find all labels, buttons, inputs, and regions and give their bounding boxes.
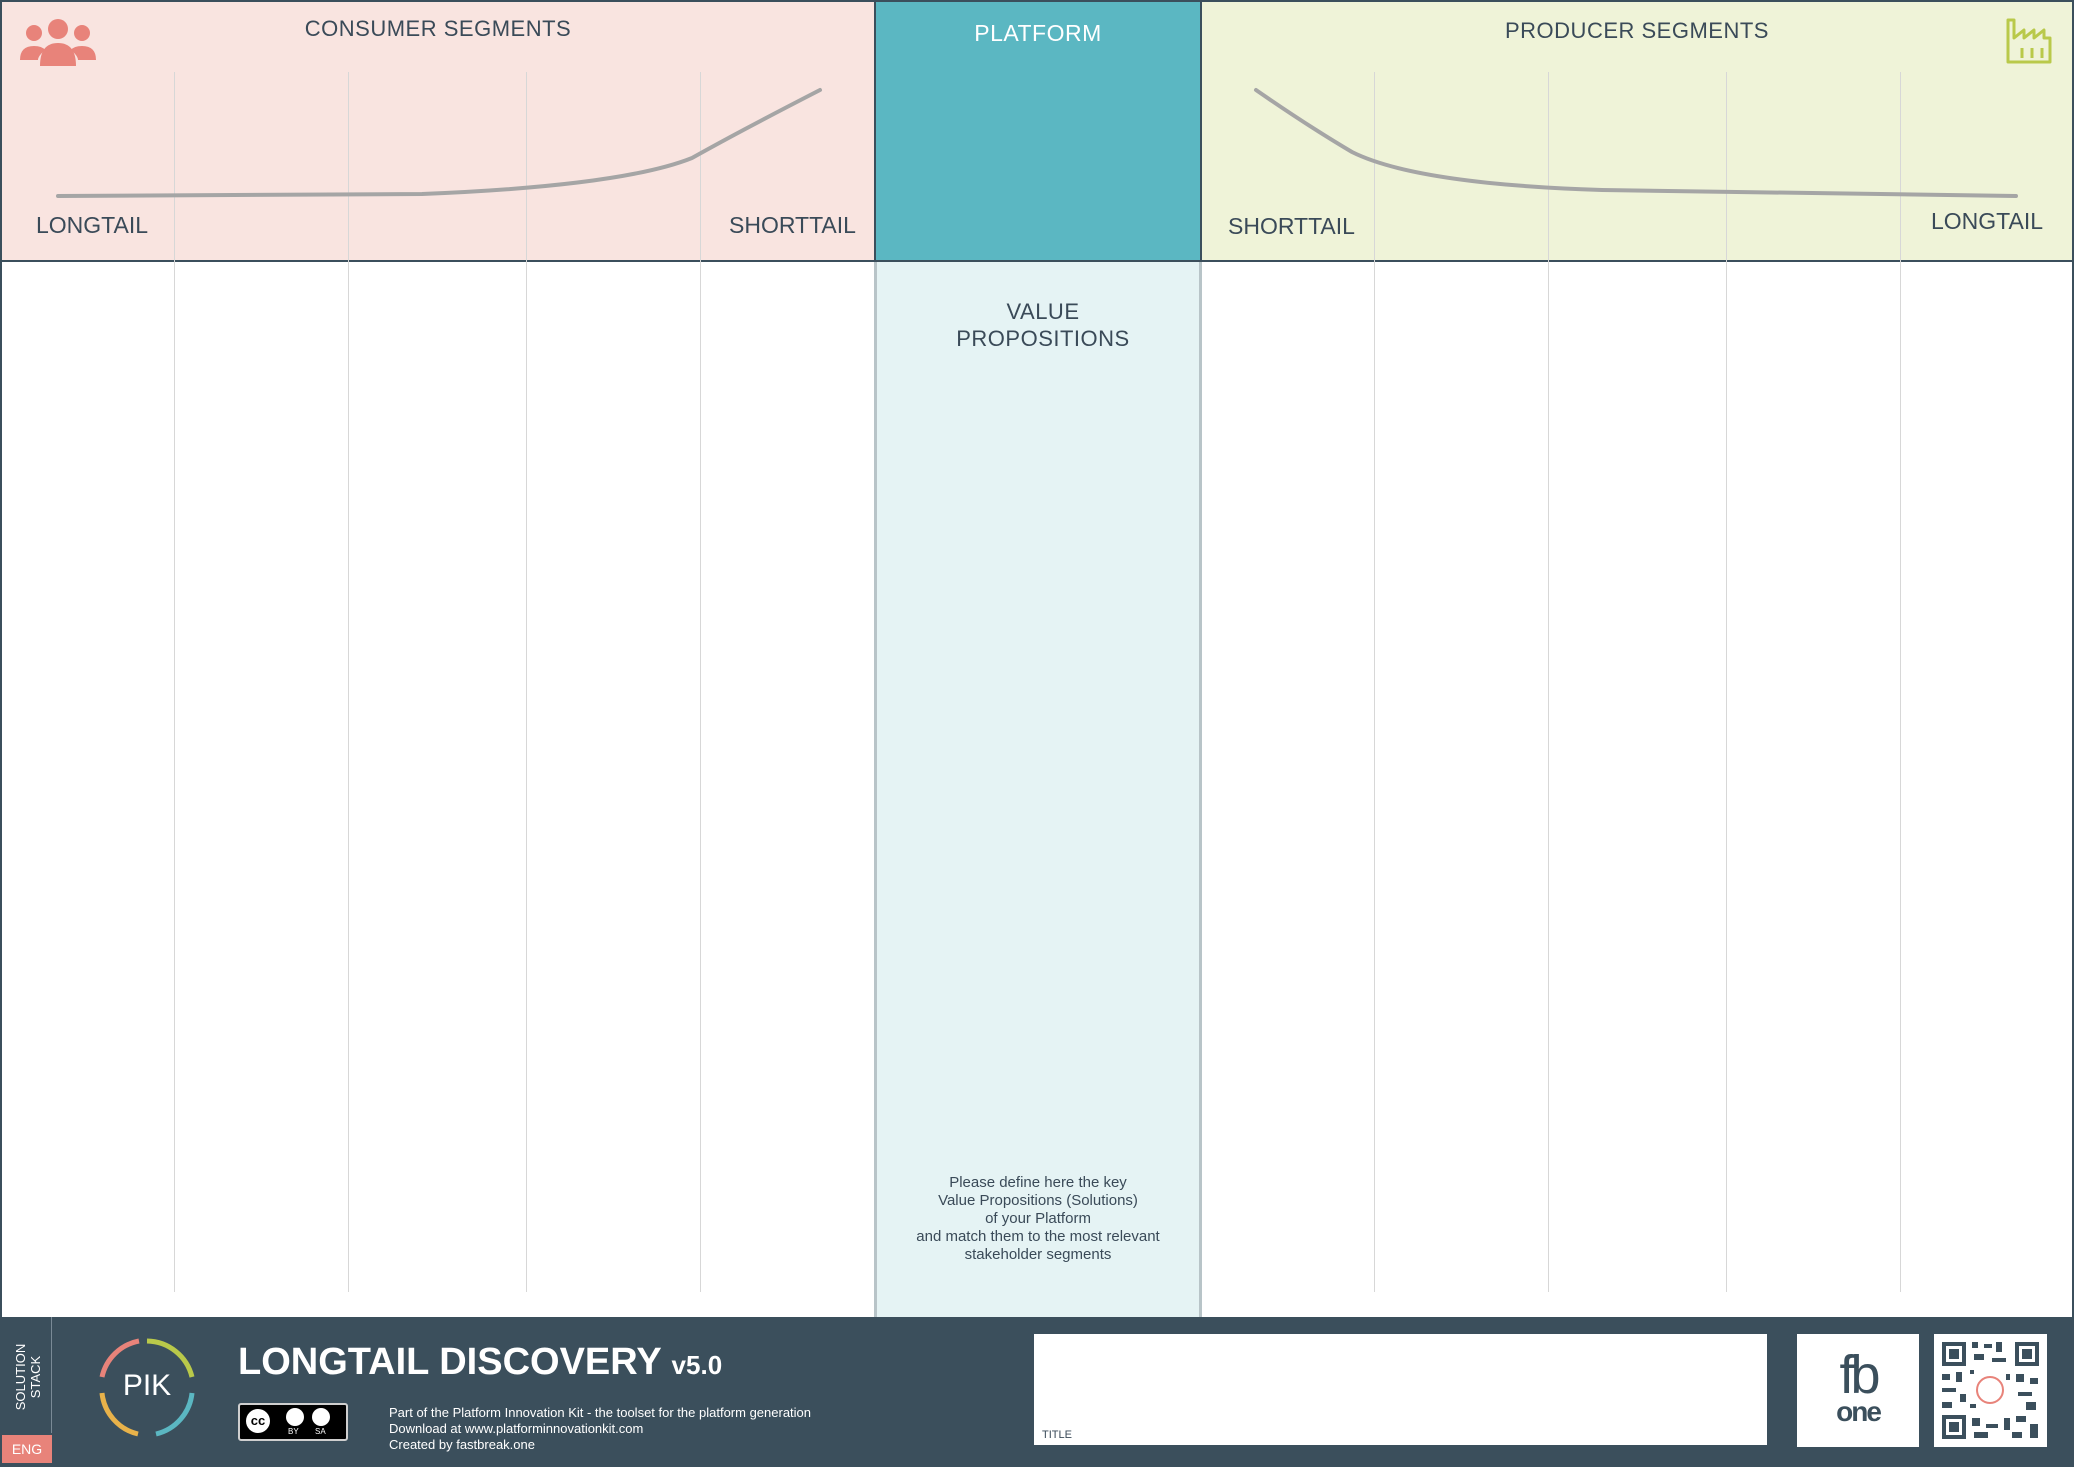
cc-icon: cc [246,1409,270,1433]
producer-body [1202,262,2074,1317]
grid-line [1726,262,1727,1292]
by-icon [286,1408,304,1426]
title-field-label: TITLE [1042,1429,1072,1441]
grid-line [1900,262,1901,1292]
grid-line [1548,262,1549,1292]
grid-line [174,262,175,1292]
platform-panel: PLATFORM [874,0,1202,262]
value-propositions-panel[interactable]: VALUE PROPOSITIONS Please define here th… [874,262,1202,1317]
canvas-version: v5.0 [671,1350,723,1380]
consumer-segments-panel: CONSUMER SEGMENTS LONGTAIL SHORTTAIL [0,0,874,264]
canvas-title: LONGTAIL DISCOVERY v5.0 [238,1341,723,1383]
sa-icon [312,1408,330,1426]
qr-code [1934,1334,2047,1447]
credits-text: Part of the Platform Innovation Kit - th… [389,1405,812,1452]
consumer-shorttail-label: SHORTTAIL [729,212,856,238]
producer-shorttail-label: SHORTTAIL [1228,213,1355,239]
grid-line [700,262,701,1292]
language-badge[interactable]: ENG [2,1435,52,1463]
cc-license-badge[interactable]: cc BY SA [238,1403,348,1441]
solution-stack-label: SOLUTION STACK [0,1317,52,1433]
value-propositions-title: VALUE PROPOSITIONS [956,299,1130,351]
grid-line [526,262,527,1292]
title-field[interactable]: TITLE [1034,1334,1767,1445]
platform-title: PLATFORM [974,20,1102,46]
producer-segments-panel: PRODUCER SEGMENTS SHORTTAIL LONGTAIL [1202,0,2074,264]
value-propositions-instructions: Please define here the key Value Proposi… [916,1174,1160,1263]
producer-longtail-label: LONGTAIL [1931,208,2044,234]
grid-line [1374,262,1375,1292]
consumer-longtail-label: LONGTAIL [36,212,149,238]
fastbreak-logo: fb one [1797,1334,1919,1447]
pik-logo-text: PIK [122,1369,172,1402]
footer-bar: SOLUTION STACK ENG PIK LONGTAIL DISCOVER… [0,1317,2074,1467]
consumer-body [0,262,874,1317]
grid-line [348,262,349,1292]
